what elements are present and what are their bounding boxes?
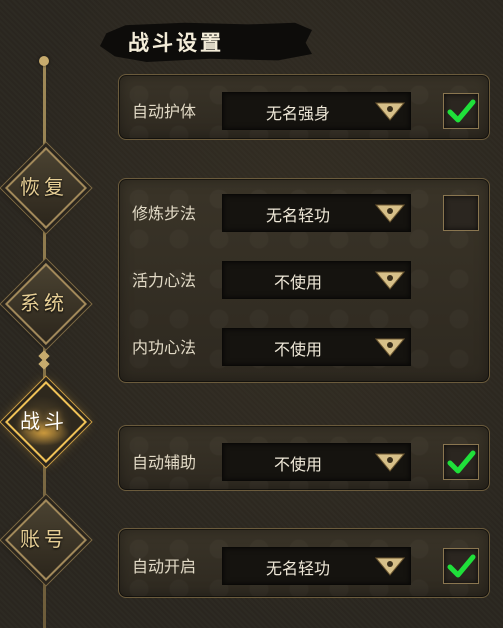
move-method-checkbox[interactable] [443, 195, 479, 231]
checkmark-icon [447, 99, 476, 123]
inner-method-row: 内功心法 不使用 [119, 328, 489, 366]
auto-start-checkbox[interactable] [443, 548, 479, 584]
chevron-down-icon [375, 204, 405, 223]
cultivation-panel: 修炼步法 无名轻功 活力心法 不使用 内功心法 不使用 [118, 178, 490, 383]
auto-protect-row: 自动护体 无名强身 [119, 92, 489, 130]
chevron-down-icon [375, 557, 405, 576]
auto-protect-checkbox[interactable] [443, 93, 479, 129]
nav-tab-label: 账号 [20, 527, 68, 551]
checkmark-icon [447, 450, 476, 474]
dropdown-value: 不使用 [273, 273, 322, 292]
rail-ornament-icon [38, 350, 50, 370]
dropdown-value: 不使用 [273, 340, 322, 359]
move-method-dropdown[interactable]: 无名轻功 [222, 194, 411, 232]
nav-tab-account[interactable]: 账号 [0, 494, 90, 584]
nav-tab-label: 系统 [20, 291, 68, 315]
nav-tab-combat[interactable]: 战斗 [0, 376, 90, 466]
vitality-method-row: 活力心法 不使用 [119, 261, 489, 299]
auto-protect-label: 自动护体 [132, 102, 197, 121]
auto-start-row: 自动开启 无名轻功 [119, 547, 489, 585]
rail-top-knob [39, 56, 49, 66]
auto-assist-row: 自动辅助 不使用 [119, 443, 489, 481]
auto-start-label: 自动开启 [132, 557, 197, 576]
auto-assist-panel: 自动辅助 不使用 [118, 425, 490, 491]
nav-tab-recover[interactable]: 恢复 [0, 142, 90, 232]
chevron-down-icon [375, 102, 405, 121]
nav-tab-label: 战斗 [20, 409, 68, 433]
auto-assist-checkbox[interactable] [443, 444, 479, 480]
auto-start-panel: 自动开启 无名轻功 [118, 528, 490, 598]
inner-method-dropdown[interactable]: 不使用 [222, 328, 411, 366]
inner-method-label: 内功心法 [132, 338, 197, 357]
auto-assist-label: 自动辅助 [132, 453, 197, 472]
nav-tab-label: 恢复 [20, 175, 68, 199]
chevron-down-icon [375, 271, 405, 290]
auto-protect-panel: 自动护体 无名强身 [118, 74, 490, 140]
page-title: 战斗设置 [128, 30, 224, 55]
nav-tab-system[interactable]: 系统 [0, 258, 90, 348]
dropdown-value: 无名轻功 [265, 559, 330, 578]
auto-assist-dropdown[interactable]: 不使用 [222, 443, 411, 481]
move-method-label: 修炼步法 [132, 204, 197, 223]
move-method-row: 修炼步法 无名轻功 [119, 194, 489, 232]
chevron-down-icon [375, 338, 405, 357]
chevron-down-icon [375, 453, 405, 472]
auto-start-dropdown[interactable]: 无名轻功 [222, 547, 411, 585]
vitality-method-label: 活力心法 [132, 271, 197, 290]
vitality-method-dropdown[interactable]: 不使用 [222, 261, 411, 299]
dropdown-value: 不使用 [273, 455, 322, 474]
auto-protect-dropdown[interactable]: 无名强身 [222, 92, 411, 130]
dropdown-value: 无名强身 [265, 104, 330, 123]
checkmark-icon [447, 554, 476, 578]
dropdown-value: 无名轻功 [265, 206, 330, 225]
